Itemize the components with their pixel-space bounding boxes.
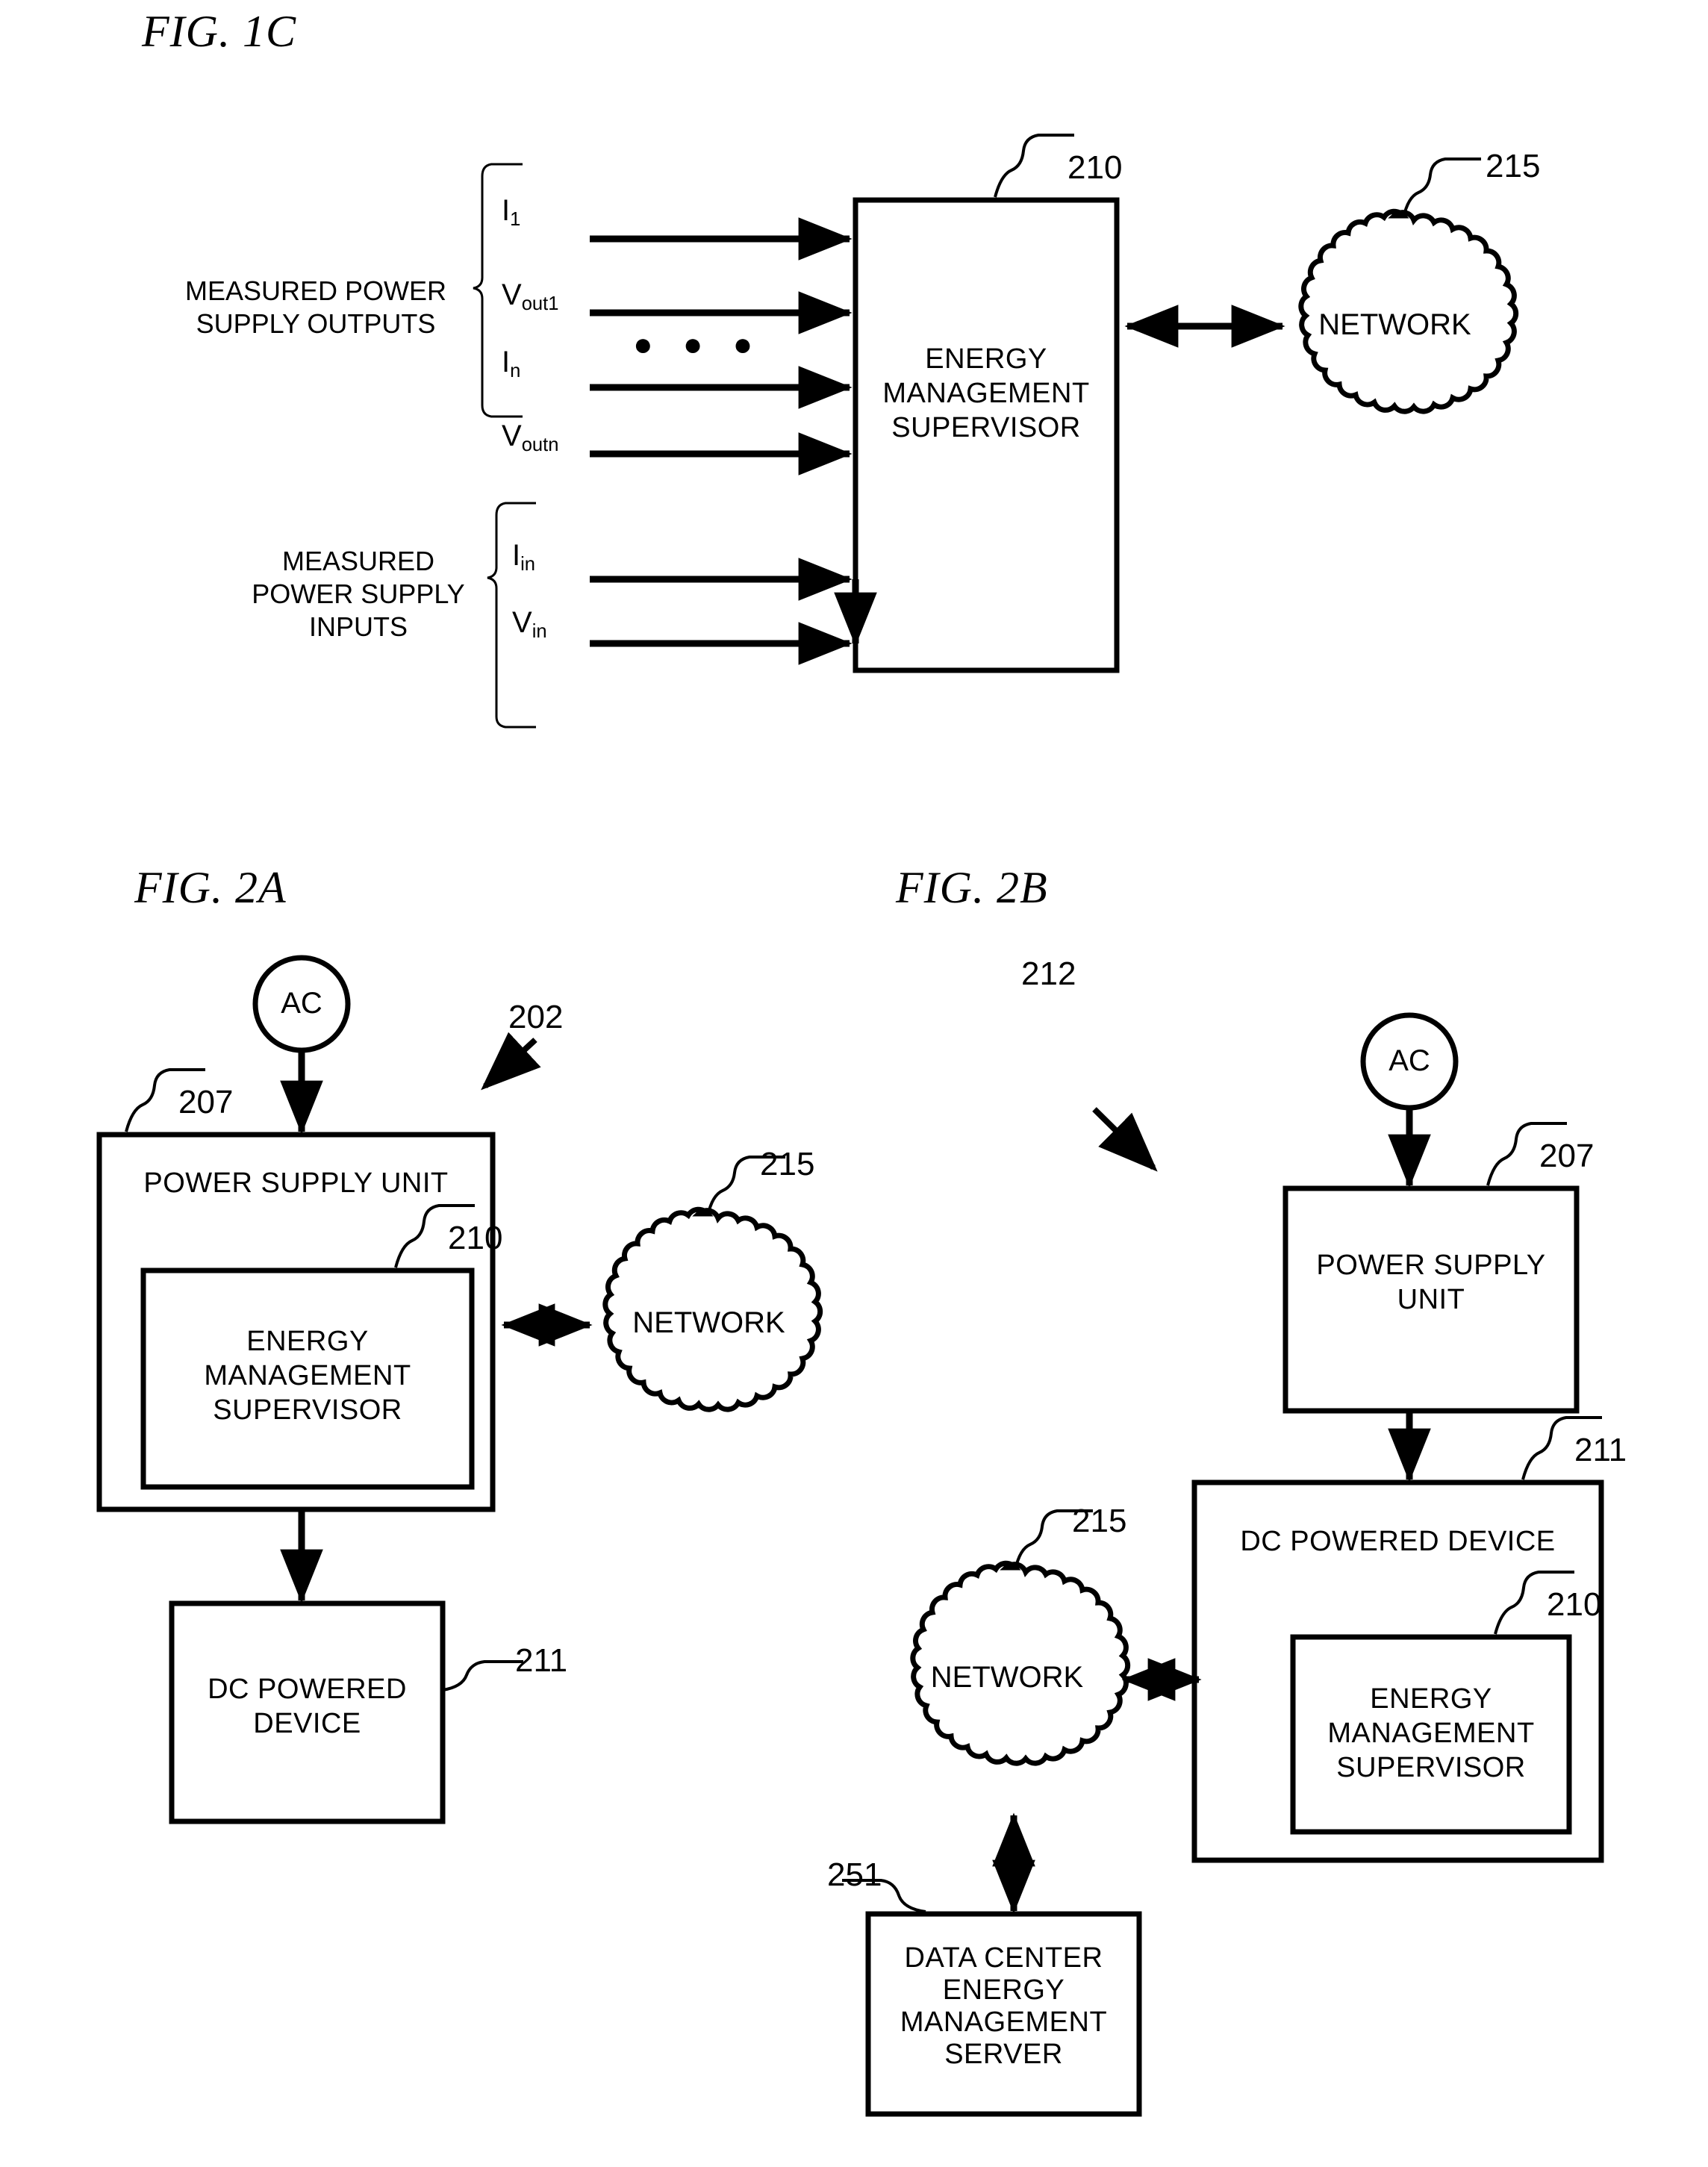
fig-2b-ac-label: AC	[1388, 1044, 1430, 1077]
fig-1c-title: FIG. 1C	[142, 7, 296, 56]
fig-2b-ref-211: 211	[1574, 1432, 1627, 1468]
fig1c-leader-210	[994, 134, 1074, 198]
fig-2a-network-label: NETWORK	[632, 1306, 785, 1339]
fig1c-input-arrows	[590, 217, 853, 665]
signal-label-in: In	[502, 346, 521, 382]
ellipsis-icon: ● ● ●	[633, 326, 764, 363]
signal-label-i1: I1	[502, 194, 521, 231]
signal-label-vout1: Vout1	[502, 278, 559, 315]
fig-2a-power-supply-unit-label: POWER SUPPLY UNIT	[143, 1167, 449, 1199]
fig-2a-ref-207: 207	[178, 1084, 234, 1120]
signal-label-vin: Vin	[512, 606, 547, 643]
signal-label-iin: Iin	[512, 539, 536, 576]
fig-2a-ac-label: AC	[281, 987, 322, 1020]
fig-2b-network-label: NETWORK	[930, 1661, 1084, 1694]
fig-1c-energy-management-supervisor-label: ENERGY MANAGEMENT SUPERVISOR	[882, 343, 1090, 443]
fig1c-leader-215	[1402, 158, 1481, 219]
fig-2a-ref-210: 210	[448, 1220, 503, 1256]
fig-2b-ref-210: 210	[1547, 1586, 1602, 1623]
fig2a-leader-211	[442, 1660, 523, 1691]
fig-1c-network-label: NETWORK	[1318, 308, 1471, 341]
fig-2a-dc-powered-device-label: DC POWERED DEVICE	[208, 1674, 407, 1739]
fig-1c-ref-210: 210	[1068, 149, 1123, 186]
brace-label-measured-power-supply-outputs: MEASURED POWER SUPPLY OUTPUTS	[184, 275, 447, 339]
fig-2a-energy-management-supervisor-label: ENERGY MANAGEMENT SUPERVISOR	[204, 1326, 411, 1426]
fig-2b-ref-215: 215	[1072, 1503, 1127, 1539]
signal-label-voutn: Voutn	[502, 420, 559, 456]
fig-2a-ref-211: 211	[515, 1642, 568, 1679]
fig-2a-ref-215: 215	[760, 1146, 815, 1182]
fig2a-system-202-arrow	[481, 1032, 541, 1091]
fig-2b-energy-management-supervisor-label: ENERGY MANAGEMENT SUPERVISOR	[1327, 1683, 1535, 1783]
fig-2b-dc-powered-device-label: DC POWERED DEVICE	[1240, 1526, 1556, 1557]
fig-2b-ref-251: 251	[827, 1856, 882, 1893]
patent-drawing-sheet: FIG. 1C MEASURED POWER SUPPLY OUTPUTS ME…	[0, 0, 1708, 2167]
fig-2b-power-supply-unit-label: POWER SUPPLY UNIT	[1316, 1250, 1546, 1315]
fig2b-system-212-arrow	[1092, 1107, 1158, 1172]
fig-2b-ref-212: 212	[1021, 955, 1076, 992]
fig-2a-title: FIG. 2A	[134, 863, 287, 912]
fig-2b-ref-207: 207	[1539, 1138, 1595, 1174]
fig-1c-ref-215: 215	[1486, 148, 1541, 184]
fig-2a-ref-202: 202	[508, 999, 564, 1035]
fig-2b-title: FIG. 2B	[896, 863, 1048, 912]
fig-2b-data-center-energy-management-server-label: DATA CENTER ENERGY MANAGEMENT SERVER	[900, 1942, 1108, 2070]
brace-label-measured-power-supply-inputs: MEASURED POWER SUPPLY INPUTS	[252, 546, 465, 642]
